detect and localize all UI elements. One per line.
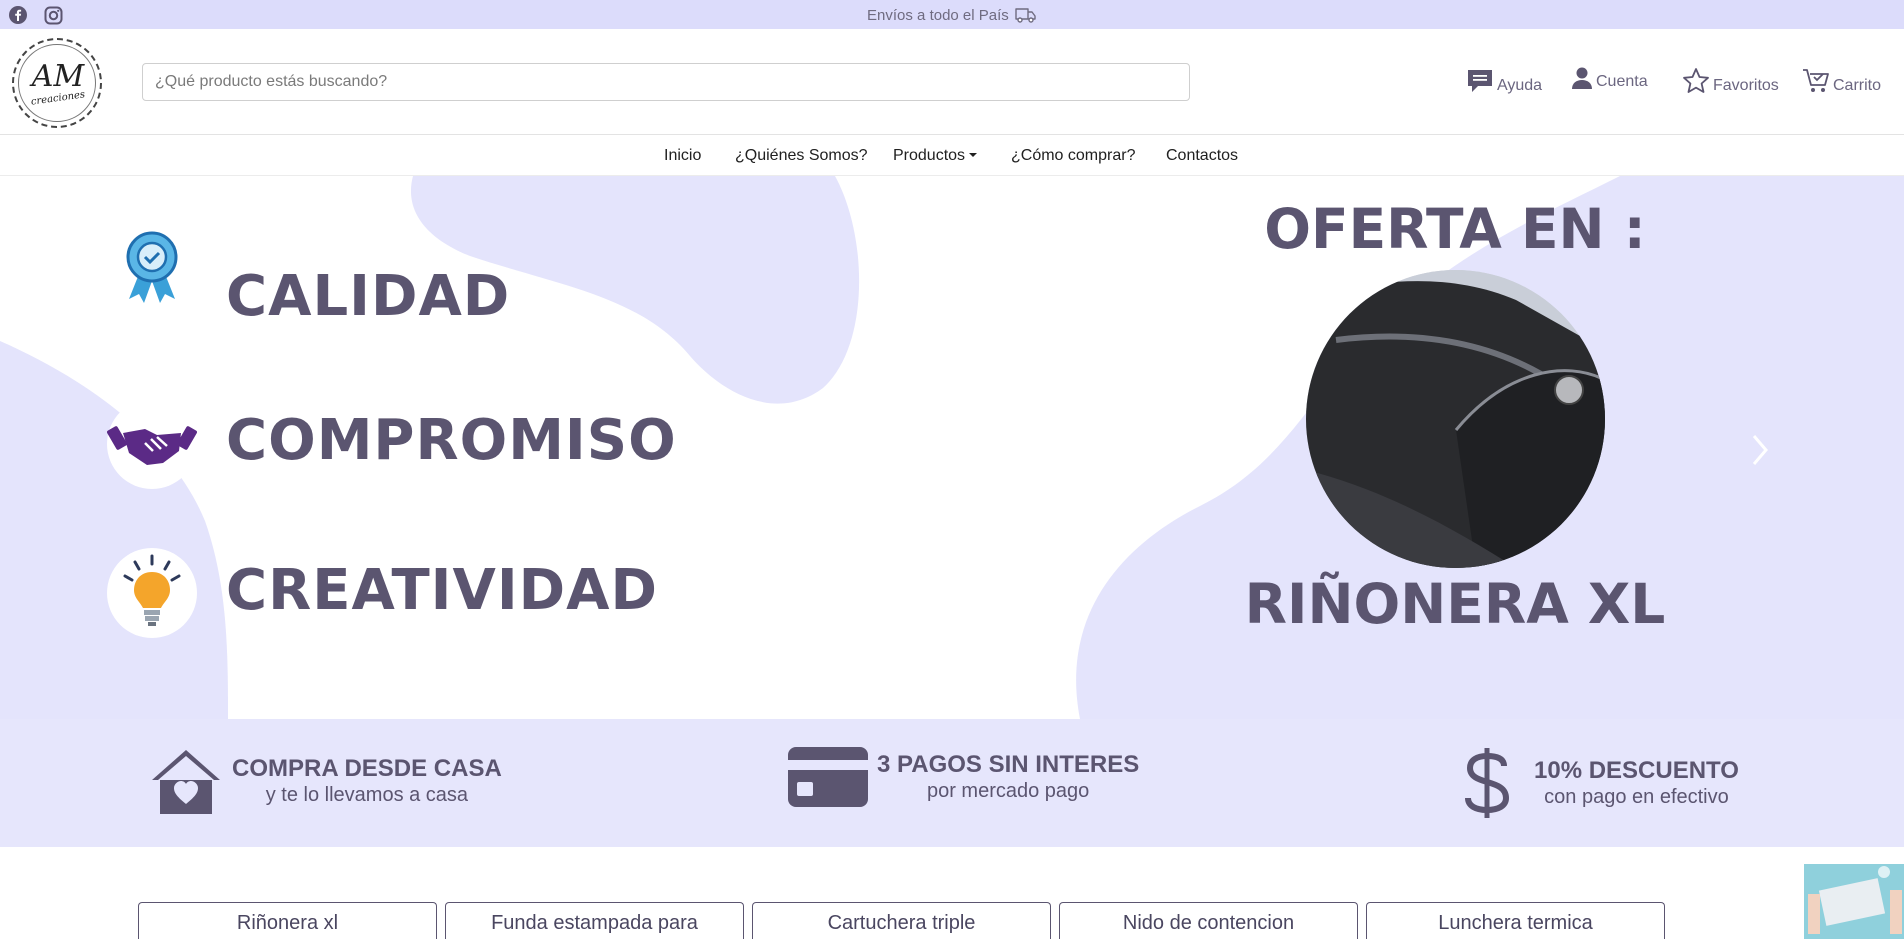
offer-title: OFERTA EN : [1264, 197, 1646, 261]
shipping-banner: Envíos a todo el País [0, 7, 1904, 24]
home-heart-icon [152, 750, 220, 814]
feature-subtitle: por mercado pago [926, 780, 1090, 802]
help-label: Ayuda [1497, 77, 1543, 94]
value-calidad: CALIDAD [226, 264, 511, 329]
cart-icon [1803, 69, 1829, 92]
value-creatividad: CREATIVIDAD [226, 558, 658, 623]
product-card[interactable]: Lunchera termica [1366, 902, 1665, 939]
value-compromiso: COMPROMISO [226, 408, 677, 473]
truck-icon [1015, 8, 1036, 23]
hero-carousel: CALIDAD COMPROMISO CREATIVIDAD OFERTA EN… [0, 176, 1904, 719]
shipping-topbar: Envíos a todo el País [0, 0, 1904, 29]
feature-compra-desde-casa: COMPRA DESDE CASA y te lo llevamos a cas… [148, 746, 502, 816]
credit-card-icon [788, 747, 868, 807]
favorites-label: Favoritos [1713, 77, 1779, 94]
product-card[interactable]: Riñonera xl [138, 902, 437, 939]
account-link[interactable]: Cuenta [1571, 67, 1648, 91]
nav-item-productos[interactable]: Productos [893, 147, 978, 165]
product-card[interactable]: Funda estampada para [445, 902, 744, 939]
favorites-link[interactable]: Favoritos [1682, 67, 1779, 95]
feature-subtitle: y te lo llevamos a casa [265, 784, 469, 806]
user-icon [1572, 67, 1592, 89]
handshake-icon [107, 399, 197, 489]
offer-product-image[interactable] [1306, 270, 1605, 568]
feature-title: COMPRA DESDE CASA [232, 755, 502, 782]
chevron-down-icon [969, 153, 978, 157]
cart-link[interactable]: Carrito [1802, 67, 1881, 95]
chat-widget-thumbnail[interactable] [1804, 864, 1904, 939]
search-input[interactable] [142, 63, 1190, 101]
feature-10-descuento: 10% DESCUENTO con pago en efectivo [1460, 746, 1739, 820]
site-header: AM creaciones Ayuda Cuenta Favoritos Car… [0, 29, 1904, 135]
feature-title: 10% DESCUENTO [1534, 757, 1739, 784]
shipping-text: Envíos a todo el País [867, 7, 1009, 24]
carousel-next-icon[interactable] [1748, 430, 1772, 470]
offer-product-name: RIÑONERA XL [1244, 572, 1666, 636]
help-link[interactable]: Ayuda [1466, 67, 1542, 95]
product-list: Riñonera xl Funda estampada para Cartuch… [0, 847, 1904, 939]
chat-icon [1468, 70, 1492, 92]
cart-label: Carrito [1833, 77, 1882, 94]
nav-item-quienes-somos[interactable]: ¿Quiénes Somos? [735, 147, 868, 165]
main-nav: Inicio ¿Quiénes Somos? Productos ¿Cómo c… [0, 136, 1904, 176]
feature-3-pagos: 3 PAGOS SIN INTERES por mercado pago [787, 746, 1139, 808]
feature-title: 3 PAGOS SIN INTERES [877, 751, 1140, 778]
nav-item-contactos[interactable]: Contactos [1166, 147, 1238, 165]
nav-item-como-comprar[interactable]: ¿Cómo comprar? [1011, 147, 1135, 165]
features-strip: COMPRA DESDE CASA y te lo llevamos a cas… [0, 719, 1904, 847]
quality-badge-icon [107, 219, 197, 309]
productos-label: Productos [893, 147, 966, 164]
lightbulb-icon [107, 548, 197, 638]
product-card[interactable]: Nido de contencion [1059, 902, 1358, 939]
dollar-icon [1465, 748, 1510, 818]
star-icon [1683, 68, 1709, 93]
feature-subtitle: con pago en efectivo [1544, 786, 1729, 808]
product-card[interactable]: Cartuchera triple [752, 902, 1051, 939]
nav-item-inicio[interactable]: Inicio [664, 147, 701, 165]
brand-logo[interactable]: AM creaciones [12, 38, 102, 128]
account-label: Cuenta [1596, 73, 1648, 90]
